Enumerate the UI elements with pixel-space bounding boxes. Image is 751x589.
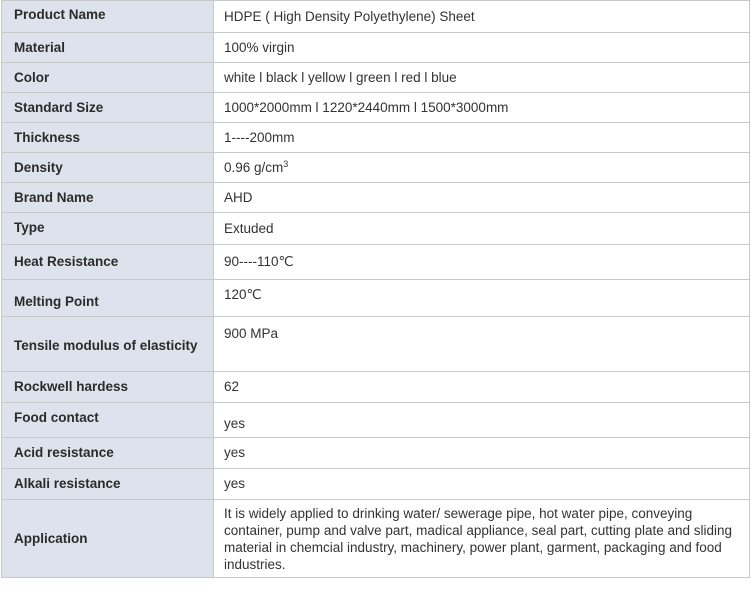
spec-label: Food contact: [1, 402, 214, 438]
spec-value: HDPE ( High Density Polyethylene) Sheet: [213, 0, 750, 33]
spec-value: yes: [213, 437, 750, 469]
spec-value: It is widely applied to drinking water/ …: [213, 499, 750, 578]
table-row: Standard Size 1000*2000mm l 1220*2440mm …: [1, 92, 750, 123]
spec-label: Product Name: [1, 0, 214, 33]
product-spec-table: Product Name HDPE ( High Density Polyeth…: [1, 0, 750, 578]
spec-value: AHD: [213, 182, 750, 213]
spec-label: Type: [1, 212, 214, 245]
table-row: Melting Point 120℃: [1, 279, 750, 317]
spec-label: Material: [1, 32, 214, 63]
spec-value: 120℃: [213, 279, 750, 317]
spec-value: yes: [213, 468, 750, 500]
spec-value: 0.96 g/cm3: [213, 152, 750, 183]
spec-value: white l black l yellow l green l red l b…: [213, 62, 750, 93]
spec-value: 62: [213, 371, 750, 403]
table-row: Heat Resistance 90----110℃: [1, 244, 750, 280]
spec-label: Tensile modulus of elasticity: [1, 316, 214, 372]
table-row: Product Name HDPE ( High Density Polyeth…: [1, 0, 750, 33]
spec-label: Rockwell hardess: [1, 371, 214, 403]
spec-value: Extuded: [213, 212, 750, 245]
spec-value: 100% virgin: [213, 32, 750, 63]
spec-label: Heat Resistance: [1, 244, 214, 280]
spec-label: Thickness: [1, 122, 214, 153]
table-row: Brand Name AHD: [1, 182, 750, 213]
spec-label: Alkali resistance: [1, 468, 214, 500]
table-row: Rockwell hardess 62: [1, 371, 750, 403]
density-value: 0.96 g/cm: [224, 159, 284, 175]
spec-label: Standard Size: [1, 92, 214, 123]
spec-label: Brand Name: [1, 182, 214, 213]
table-row: Acid resistance yes: [1, 437, 750, 469]
table-row: Alkali resistance yes: [1, 468, 750, 500]
spec-value: 1000*2000mm l 1220*2440mm l 1500*3000mm: [213, 92, 750, 123]
table-row: Thickness 1----200mm: [1, 122, 750, 153]
spec-value: 900 MPa: [213, 316, 750, 372]
spec-label: Density: [1, 152, 214, 183]
table-row: Type Extuded: [1, 212, 750, 245]
spec-value: 90----110℃: [213, 244, 750, 280]
spec-value: yes: [213, 402, 750, 438]
table-row: Color white l black l yellow l green l r…: [1, 62, 750, 93]
spec-label: Application: [1, 499, 214, 578]
spec-label: Color: [1, 62, 214, 93]
spec-label: Acid resistance: [1, 437, 214, 469]
table-row: Tensile modulus of elasticity 900 MPa: [1, 316, 750, 372]
table-row: Density 0.96 g/cm3: [1, 152, 750, 183]
table-row: Application It is widely applied to drin…: [1, 499, 750, 578]
table-row: Food contact yes: [1, 402, 750, 438]
density-unit-exponent: 3: [283, 158, 289, 169]
spec-value: 1----200mm: [213, 122, 750, 153]
spec-label: Melting Point: [1, 279, 214, 317]
table-row: Material 100% virgin: [1, 32, 750, 63]
